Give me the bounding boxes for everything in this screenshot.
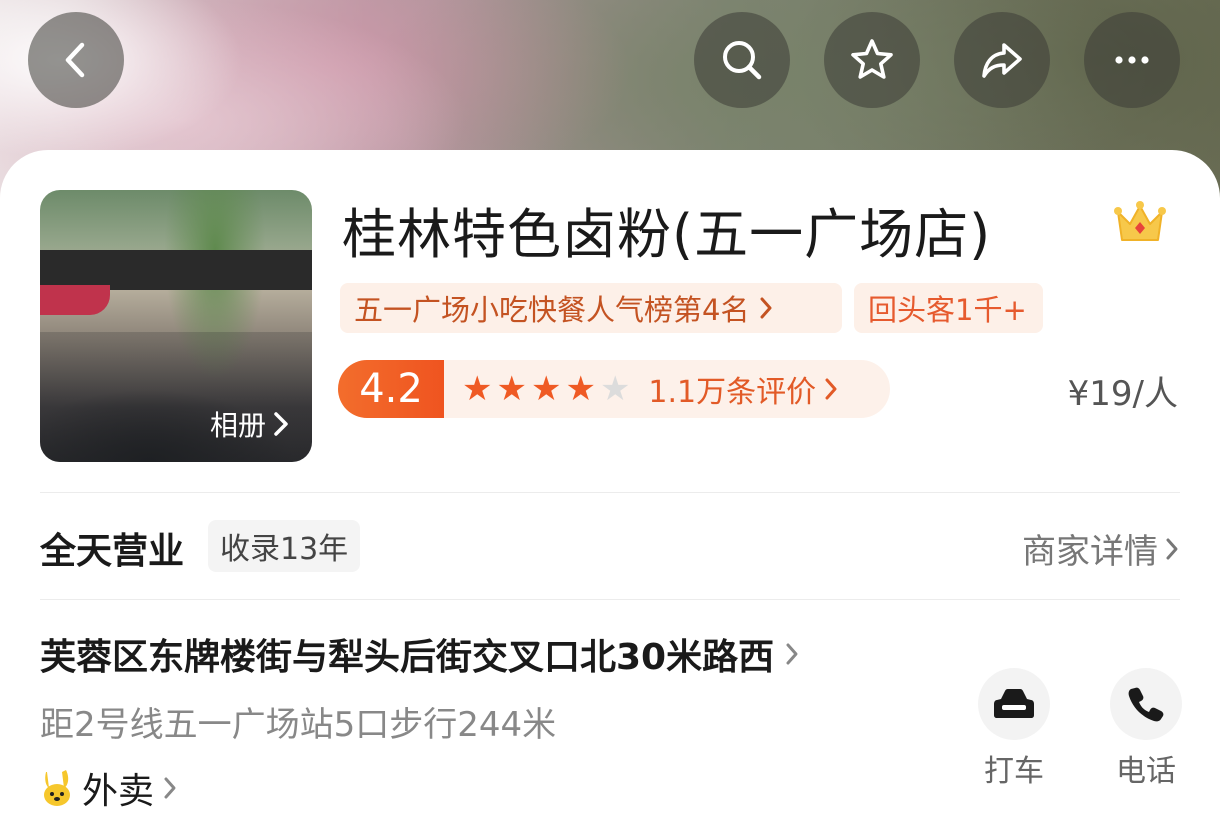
star-filled-icon: ★ <box>530 369 562 409</box>
business-hours: 全天营业 <box>40 531 185 572</box>
listed-years-badge: 收录13年 <box>208 520 361 572</box>
car-icon <box>994 689 1034 718</box>
distance-info: 距2号线五一广场站5口步行244米 <box>40 705 557 745</box>
more-icon <box>1115 56 1149 64</box>
price-per-person: ¥19/人 <box>1067 374 1178 414</box>
favorite-button[interactable] <box>824 12 920 108</box>
star-filled-icon: ★ <box>496 369 527 409</box>
divider <box>40 492 1180 493</box>
chevron-right-icon <box>825 378 837 400</box>
merchant-detail-label: 商家详情 <box>1022 532 1158 572</box>
delivery-link[interactable]: 外卖 <box>40 762 178 814</box>
shop-name: 桂林特色卤粉(五一广场店) <box>342 203 992 266</box>
taxi-icon-circle <box>978 668 1050 740</box>
chevron-left-icon <box>65 42 85 78</box>
rating-bar[interactable]: 4.2 ★ ★ ★ ★ ★ 1.1万条评价 <box>338 360 890 418</box>
back-button[interactable] <box>28 12 124 108</box>
repeat-customers-tag: 回头客1千+ <box>854 283 1043 333</box>
search-button[interactable] <box>694 12 790 108</box>
delivery-label: 外卖 <box>82 771 155 812</box>
chevron-right-icon <box>274 412 288 436</box>
phone-label: 电话 <box>1116 754 1176 789</box>
star-filled-icon: ★ <box>565 369 596 409</box>
chevron-right-icon <box>1166 538 1178 559</box>
more-button[interactable] <box>1084 12 1180 108</box>
chevron-right-icon <box>164 777 176 799</box>
album-link[interactable]: 相册 <box>210 404 290 444</box>
crown-icon <box>1114 201 1166 241</box>
rating-score: 4.2 <box>338 360 444 418</box>
search-icon <box>723 41 762 80</box>
reviews-link[interactable]: 1.1万条评价 <box>648 367 838 411</box>
star-rating: ★ ★ ★ ★ ★ <box>462 372 630 406</box>
repeat-customers-label: 回头客1千+ <box>868 293 1027 327</box>
phone-icon-circle <box>1110 668 1182 740</box>
merchant-detail-link[interactable]: 商家详情 <box>1022 524 1180 573</box>
chevron-right-icon <box>786 643 798 665</box>
share-icon <box>982 43 1022 78</box>
ranking-tag-label: 五一广场小吃快餐人气榜第4名 <box>354 293 750 327</box>
phone-icon <box>1128 687 1164 722</box>
chevron-right-icon <box>760 297 772 319</box>
taxi-button[interactable]: 打车 <box>964 668 1064 790</box>
share-button[interactable] <box>954 12 1050 108</box>
address-text: 芙蓉区东牌楼街与犁头后街交叉口北30米路西 <box>40 637 775 678</box>
album-label: 相册 <box>209 409 266 442</box>
photo-awning <box>40 285 110 315</box>
delivery-mascot-icon <box>44 770 70 806</box>
ranking-tag[interactable]: 五一广场小吃快餐人气榜第4名 <box>340 283 842 333</box>
taxi-label: 打车 <box>984 754 1044 789</box>
star-empty-icon: ★ <box>599 369 631 409</box>
star-filled-icon: ★ <box>462 369 493 409</box>
reviews-count: 1.1万条评价 <box>648 375 817 410</box>
star-icon <box>851 39 893 79</box>
photo-storefront-sign <box>40 250 312 290</box>
listed-years-label: 收录13年 <box>220 532 349 567</box>
phone-button[interactable]: 电话 <box>1096 668 1196 790</box>
address-link[interactable]: 芙蓉区东牌楼街与犁头后街交叉口北30米路西 <box>40 628 800 680</box>
shop-photo[interactable]: 相册 <box>40 190 312 462</box>
divider <box>40 599 1180 600</box>
